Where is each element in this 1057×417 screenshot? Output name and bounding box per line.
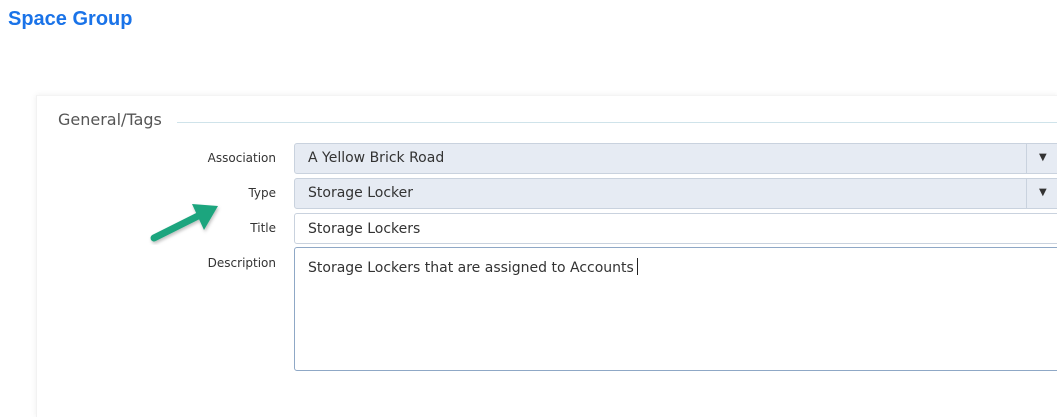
association-select[interactable]: A Yellow Brick Road ▼: [294, 143, 1057, 174]
description-textarea[interactable]: Storage Lockers that are assigned to Acc…: [294, 247, 1057, 371]
chevron-down-icon[interactable]: ▼: [1039, 187, 1047, 198]
description-textarea-value: Storage Lockers that are assigned to Acc…: [308, 258, 638, 276]
section-divider: [177, 122, 1057, 123]
chevron-down-icon[interactable]: ▼: [1039, 152, 1047, 163]
type-select-value: Storage Locker: [308, 185, 414, 201]
section-legend: General/Tags: [58, 110, 176, 129]
select-arrow-divider: [1026, 144, 1027, 173]
title-input-value: Storage Lockers: [308, 221, 421, 237]
general-tags-panel: General/Tags Association A Yellow Brick …: [36, 95, 1057, 417]
text-caret: [636, 258, 638, 275]
title-input[interactable]: Storage Lockers: [294, 213, 1057, 244]
type-label: Type: [248, 186, 276, 200]
select-arrow-divider: [1026, 179, 1027, 208]
green-arrow-icon: [150, 204, 218, 242]
association-label: Association: [207, 151, 276, 165]
association-select-value: A Yellow Brick Road: [308, 150, 445, 166]
page-title: Space Group: [8, 8, 133, 30]
type-select[interactable]: Storage Locker ▼: [294, 178, 1057, 209]
description-label: Description: [207, 256, 276, 270]
